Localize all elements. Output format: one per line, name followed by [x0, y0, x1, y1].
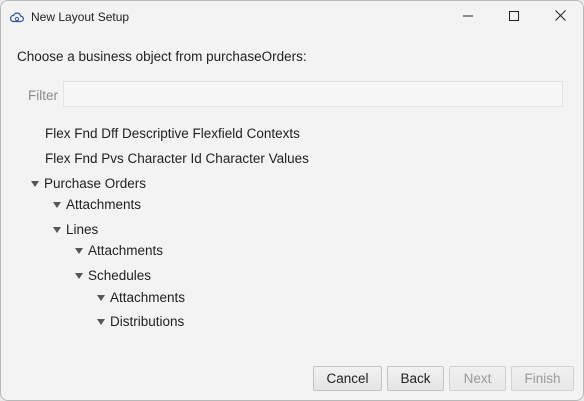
tree-item-label: Purchase Orders — [44, 175, 147, 191]
tree-item-label: Schedules — [88, 267, 152, 283]
maximize-button[interactable] — [491, 1, 537, 33]
tree-item-label: Attachments — [110, 289, 186, 305]
tree-item-purchase-orders[interactable]: Purchase Orders — [31, 172, 146, 194]
maximize-icon — [509, 8, 519, 26]
back-button[interactable]: Back — [387, 366, 444, 391]
tree-item-po-attachments[interactable]: Attachments — [53, 193, 141, 215]
window-title: New Layout Setup — [31, 10, 130, 24]
triangle-down-icon[interactable] — [75, 247, 83, 254]
triangle-down-icon[interactable] — [97, 318, 105, 325]
triangle-down-icon[interactable] — [75, 272, 83, 279]
dialog-window: New Layout Setup Choose a business objec… — [0, 0, 584, 401]
tree-item-lines-attachments[interactable]: Attachments — [75, 239, 163, 261]
cloud-gear-icon — [9, 9, 25, 25]
filter-input[interactable] — [63, 81, 563, 107]
finish-button[interactable]: Finish — [511, 366, 574, 391]
tree-item-label: Lines — [66, 221, 99, 237]
tree-item-schedules[interactable]: Schedules — [75, 264, 151, 286]
cancel-button[interactable]: Cancel — [313, 366, 382, 391]
close-button[interactable] — [537, 1, 583, 33]
tree-item-label: Flex Fnd Dff Descriptive Flexfield Conte… — [45, 125, 300, 141]
triangle-down-icon[interactable] — [97, 294, 105, 301]
tree-item-flex-fnd-pvs-character-values[interactable]: Flex Fnd Pvs Character Id Character Valu… — [45, 147, 309, 169]
minimize-icon — [463, 8, 473, 26]
triangle-down-icon[interactable] — [53, 201, 61, 208]
tree-item-label: Attachments — [88, 242, 164, 258]
tree-item-label: Distributions — [110, 313, 185, 329]
filter-label: Filter — [28, 88, 58, 103]
tree-item-label: Attachments — [66, 196, 142, 212]
tree-item-lines[interactable]: Lines — [53, 218, 98, 240]
triangle-down-icon[interactable] — [53, 226, 61, 233]
title-bar[interactable]: New Layout Setup — [1, 1, 583, 33]
triangle-down-icon[interactable] — [31, 180, 39, 187]
next-button[interactable]: Next — [449, 366, 506, 391]
minimize-button[interactable] — [445, 1, 491, 33]
close-icon — [554, 8, 566, 26]
tree-item-flex-fnd-dff-contexts[interactable]: Flex Fnd Dff Descriptive Flexfield Conte… — [45, 122, 300, 144]
tree-item-distributions[interactable]: Distributions — [97, 310, 184, 332]
page-heading: Choose a business object from purchaseOr… — [17, 49, 307, 64]
tree-item-label: Flex Fnd Pvs Character Id Character Valu… — [45, 150, 309, 166]
tree-item-schedules-attachments[interactable]: Attachments — [97, 286, 185, 308]
